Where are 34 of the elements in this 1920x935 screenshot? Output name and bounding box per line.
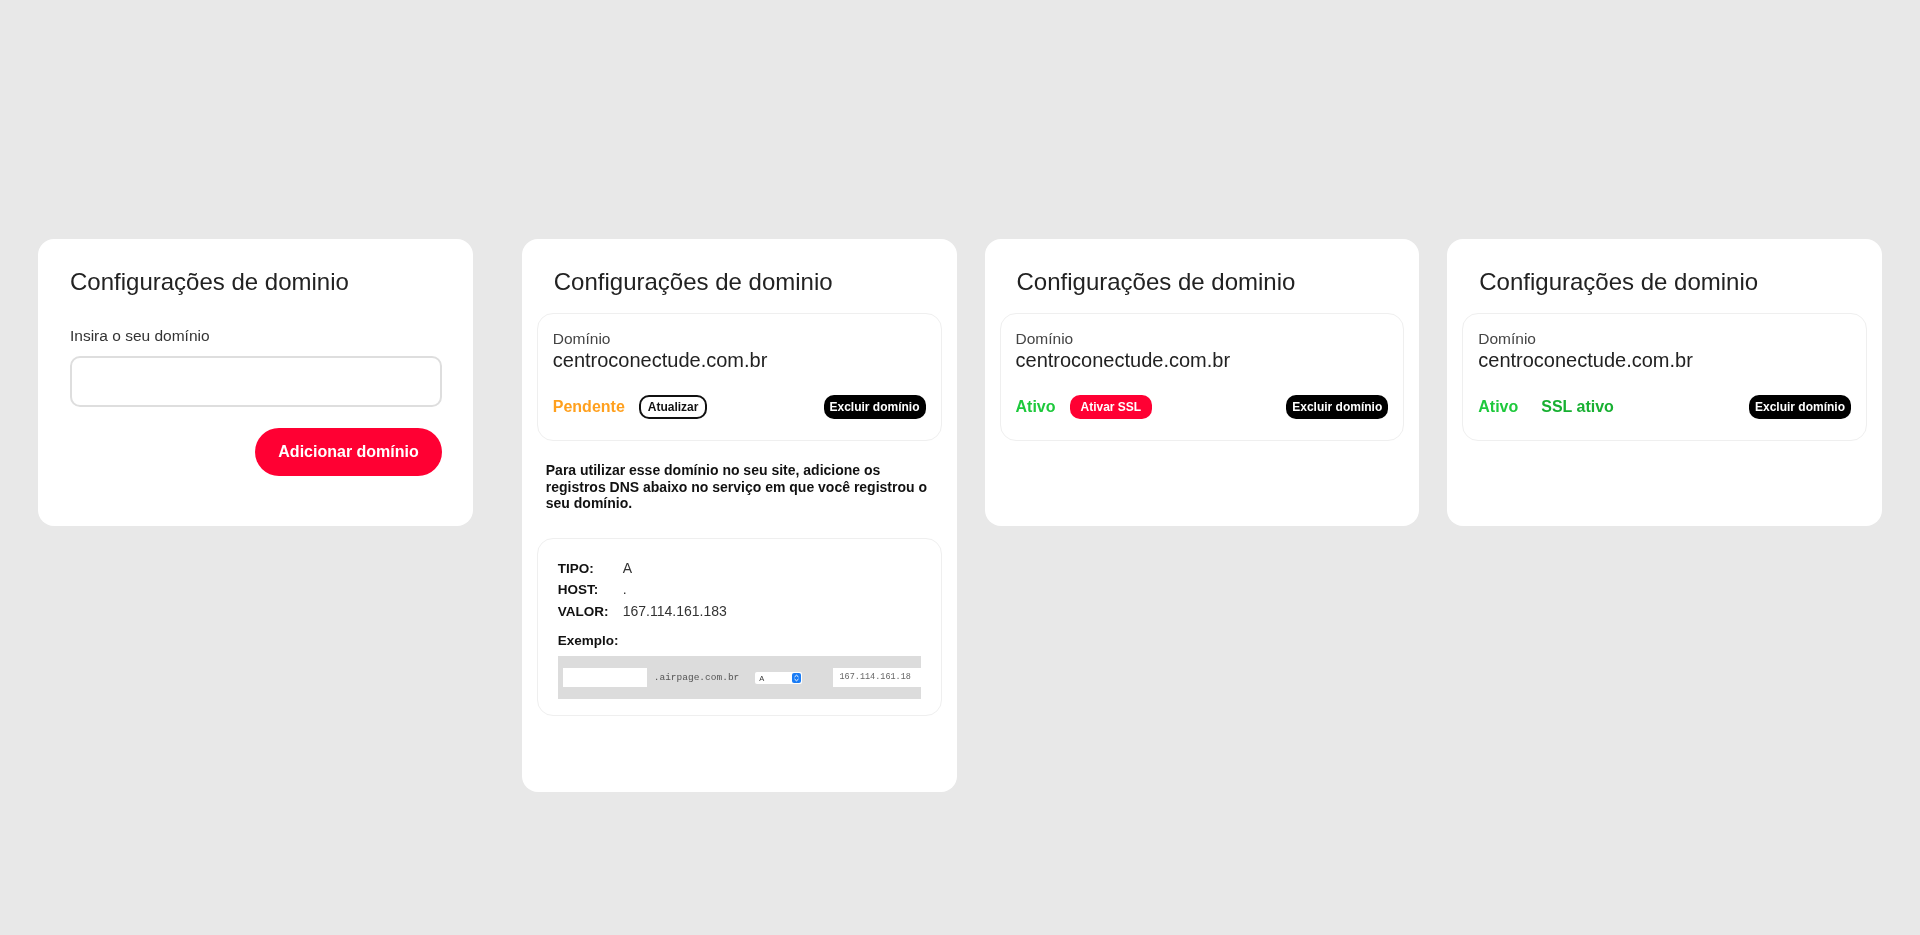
subdomain-field[interactable] (562, 668, 647, 687)
delete-button[interactable]: Excluir domínio (823, 395, 926, 419)
domain-label: Domínio (1478, 329, 1536, 348)
domain-input[interactable] (70, 356, 442, 407)
delete-button[interactable]: Excluir domínio (1749, 395, 1851, 419)
record-label: HOST: (557, 581, 600, 599)
instructions-text: Para utilizar esse domínio no seu site, adicione os registros DNS abaixo no serviço em que você registrou o seu domínio. (545, 462, 928, 512)
record-label: TIPO: (557, 559, 595, 578)
status-label: Ativo (1478, 397, 1519, 417)
status-label: Pendente (552, 397, 625, 417)
domain-label: Domínio (552, 329, 611, 348)
domain-suffix: .airpage.com.br (653, 671, 740, 685)
record-value: 167.114.161.183 (622, 601, 727, 621)
delete-button[interactable]: Excluir domínio (1286, 395, 1389, 419)
stepper-icon (792, 673, 802, 683)
domain-label: Domínio (1015, 329, 1074, 348)
card-title: Configurações de dominio (553, 268, 833, 296)
domain-name: centroconectude.com.br (1478, 348, 1693, 372)
add-domain-button[interactable]: Adicionar domínio (255, 428, 442, 476)
record-label: VALOR: (557, 602, 610, 621)
value-field[interactable]: 167.114.161.18 (832, 668, 921, 687)
field-label: Insira o seu domínio (70, 326, 210, 346)
card-title: Configurações de dominio (1016, 268, 1296, 296)
example-label: Exemplo: (557, 632, 619, 650)
record-value: . (622, 580, 627, 599)
domain-name: centroconectude.com.br (1015, 348, 1231, 372)
status-label: Ativo (1015, 397, 1056, 417)
status-label: SSL ativo (1541, 397, 1614, 417)
ssl-button[interactable]: Ativar SSL (1069, 395, 1153, 419)
record-value: A (622, 558, 633, 578)
card-title: Configurações de dominio (70, 268, 349, 296)
card-title: Configurações de dominio (1479, 268, 1759, 296)
update-button[interactable]: Atualizar (638, 395, 708, 419)
domain-name: centroconectude.com.br (552, 348, 768, 372)
